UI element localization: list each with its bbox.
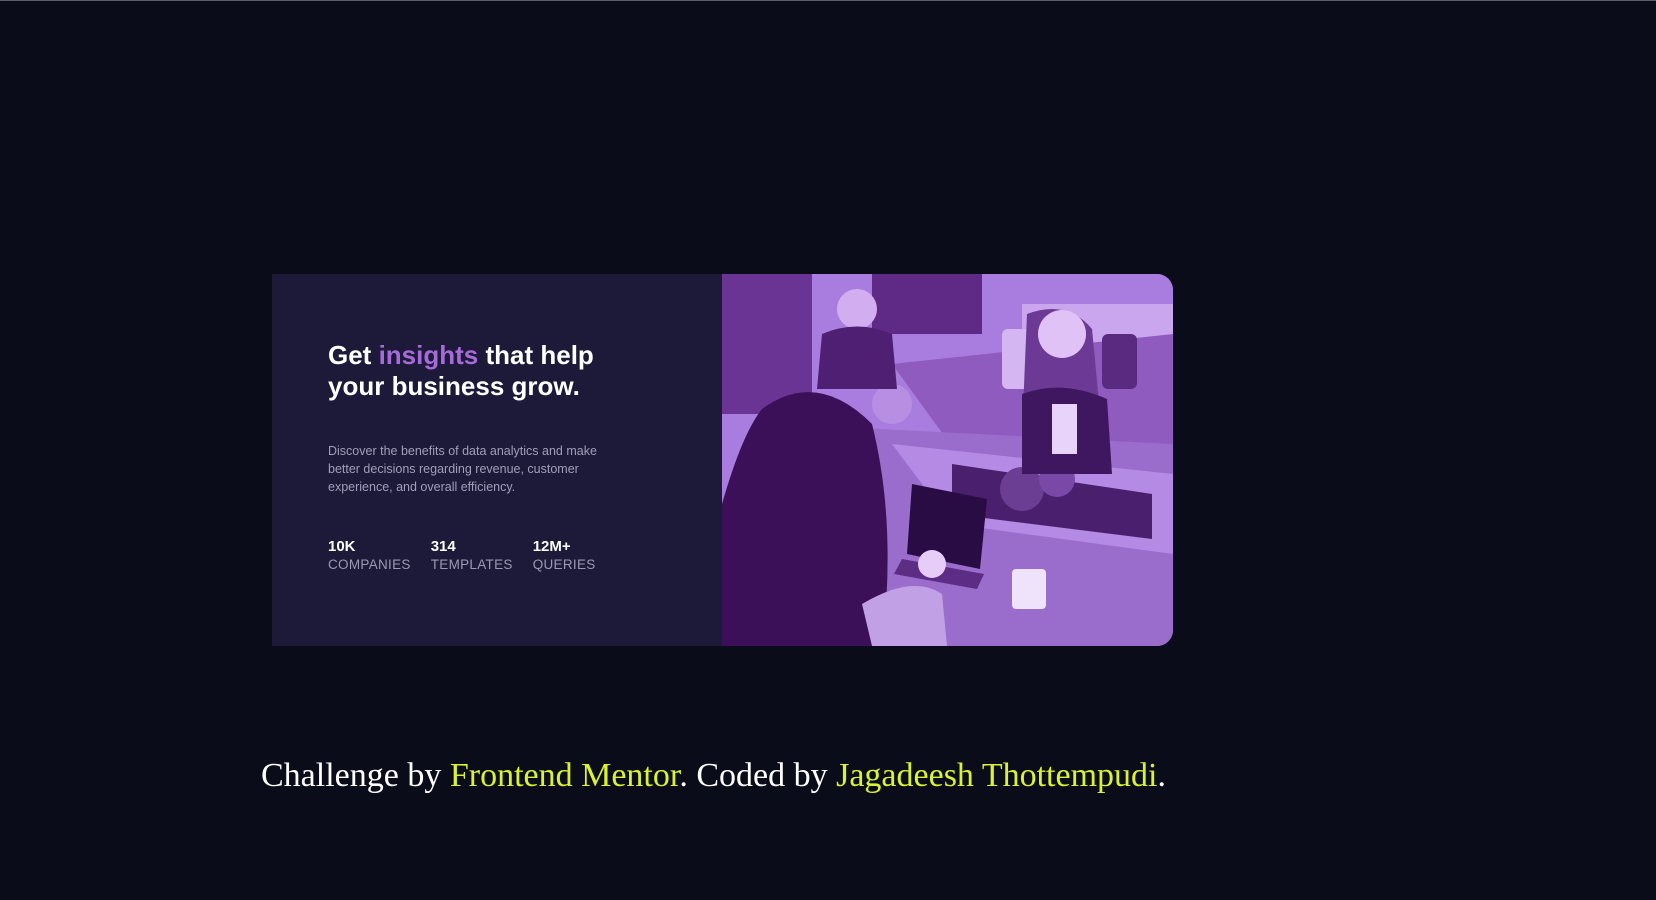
stat-value: 12M+ xyxy=(532,538,571,555)
stat-label: COMPANIES xyxy=(328,557,411,572)
stats-preview-card: Get insights that help your business gro… xyxy=(272,274,1173,646)
office-photo xyxy=(722,274,1173,646)
description: Discover the benefits of data analytics … xyxy=(328,444,597,494)
frontend-mentor-link[interactable]: Frontend Mentor xyxy=(450,757,679,794)
stat-label: QUERIES xyxy=(532,557,596,572)
footer-middle: . Coded by xyxy=(679,757,837,794)
stats-row: 10K COMPANIES 314 TEMPLATES 12M+ QUERIES xyxy=(328,538,722,574)
card-text-panel: Get insights that help your business gro… xyxy=(272,274,722,646)
office-photo-illustration xyxy=(722,274,1173,646)
headline-start: Get xyxy=(328,340,379,370)
footer-suffix: . xyxy=(1157,757,1166,794)
stat-label: TEMPLATES xyxy=(430,557,513,572)
stat-value: 314 xyxy=(430,538,456,555)
stat-companies: 10K COMPANIES xyxy=(328,538,411,574)
stat-queries: 12M+ QUERIES xyxy=(533,538,596,574)
headline: Get insights that help your business gro… xyxy=(328,340,628,402)
attribution-footer: Challenge by Frontend Mentor. Coded by J… xyxy=(261,757,1166,795)
headline-accent: insights xyxy=(378,340,479,370)
stat-value: 10K xyxy=(328,538,356,555)
author-link[interactable]: Jagadeesh Thottempudi xyxy=(836,757,1157,794)
footer-prefix: Challenge by xyxy=(261,757,450,794)
stat-templates: 314 TEMPLATES xyxy=(431,538,513,574)
